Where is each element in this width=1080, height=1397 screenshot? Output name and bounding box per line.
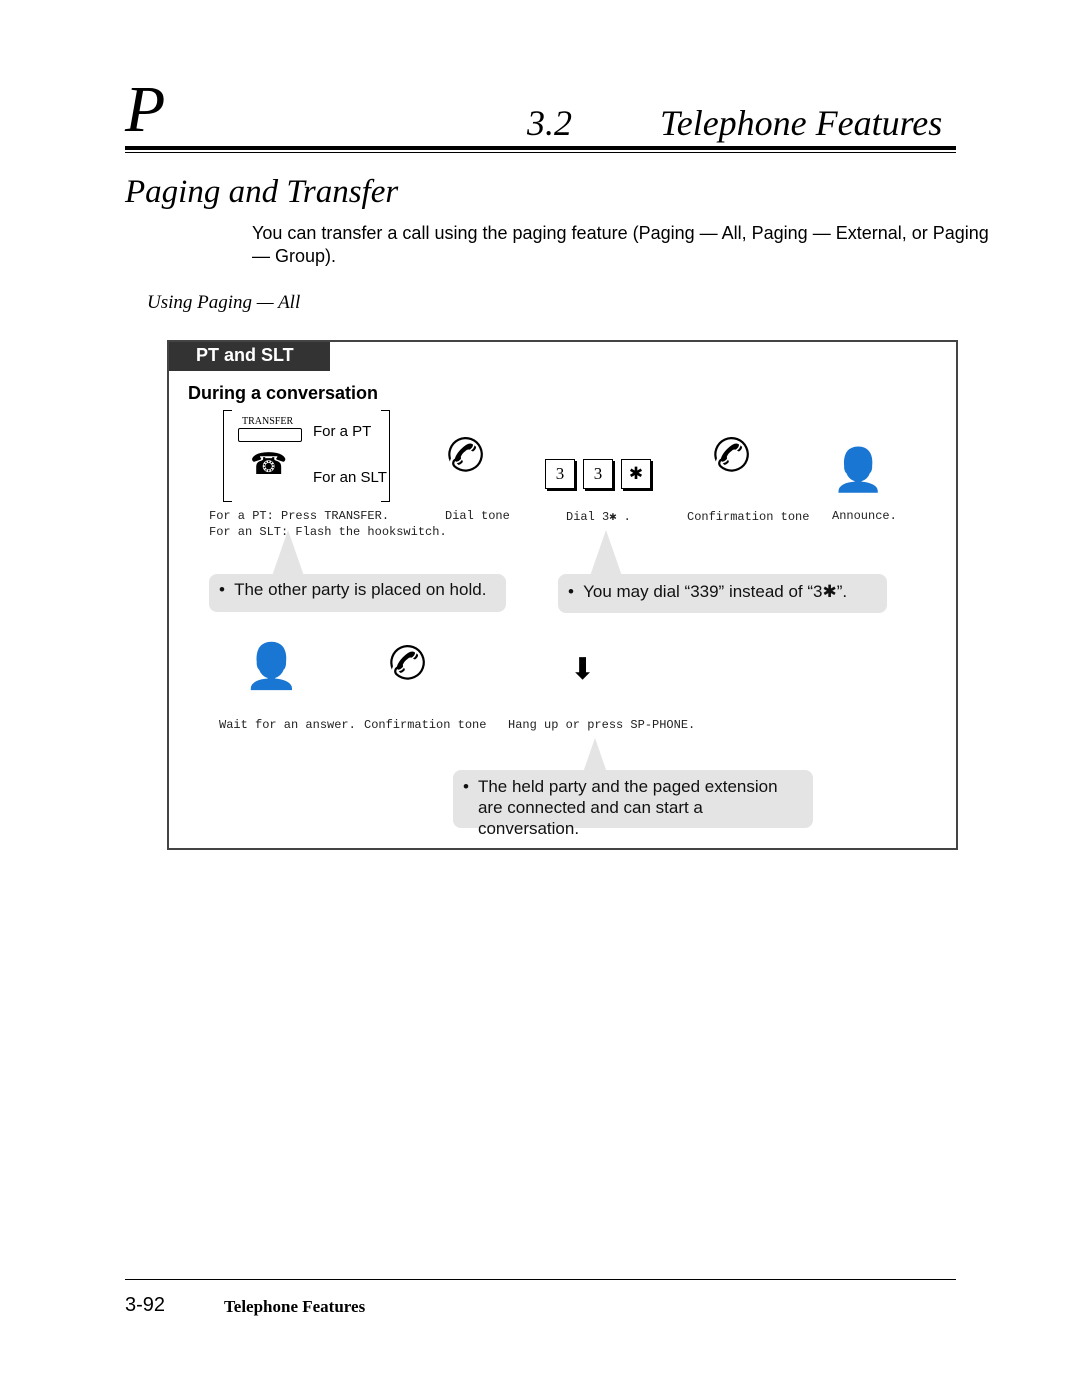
section-number: 3.2 xyxy=(527,103,572,143)
footer-title: Telephone Features xyxy=(224,1297,366,1316)
confirmation-tone-text: Confirmation tone xyxy=(364,718,487,732)
note-hold: • The other party is placed on hold. xyxy=(209,574,506,612)
bracket-left xyxy=(223,410,232,502)
note-pointer xyxy=(590,530,622,576)
hookswitch-icon: ☎ xyxy=(250,448,288,481)
dial-text: Dial 3✱ . xyxy=(566,510,631,524)
announce-text: Announce. xyxy=(832,509,897,523)
bracket-right xyxy=(381,410,390,502)
person-speaking-icon: 👤 xyxy=(832,446,885,493)
step-pt-text: For a PT: Press TRANSFER. xyxy=(209,509,390,523)
note-connected-text: The held party and the paged extension a… xyxy=(477,777,778,838)
key-star: ✱ xyxy=(621,459,651,489)
transfer-key-label: TRANSFER xyxy=(242,416,294,427)
step-slt-text: For an SLT: Flash the hookswitch. xyxy=(209,525,447,539)
page-number: 3-92 xyxy=(125,1294,166,1316)
wait-answer-text: Wait for an answer. xyxy=(219,718,356,732)
person-waiting-icon: 👤 xyxy=(244,642,299,691)
key-3: 3 xyxy=(583,459,613,489)
header-rule-thin xyxy=(125,152,956,153)
footer-rule xyxy=(125,1279,956,1280)
for-slt-label: For an SLT xyxy=(313,469,387,486)
section-letter: P xyxy=(125,73,166,146)
note-connected: • The held party and the paged extension … xyxy=(453,770,813,838)
note-dial: • You may dial “339” instead of “3✱”. xyxy=(558,574,887,613)
note-pointer xyxy=(272,530,304,576)
page-title: Paging and Transfer xyxy=(125,174,399,210)
note-dial-text: You may dial “339” instead of “3✱”. xyxy=(583,582,848,601)
dial-tone-text: Dial tone xyxy=(445,509,510,523)
note-hold-text: The other party is placed on hold. xyxy=(234,580,487,599)
hang-up-text: Hang up or press SP-PHONE. xyxy=(508,718,696,732)
confirmation-tone-text: Confirmation tone xyxy=(687,510,810,524)
transfer-key-icon xyxy=(238,428,302,442)
page: P 3.2 Telephone Features Paging and Tran… xyxy=(0,0,1080,1397)
box-heading: During a conversation xyxy=(188,383,379,403)
dial-keys: 3 3 ✱ xyxy=(545,459,651,489)
key-3: 3 xyxy=(545,459,575,489)
tab-label: PT and SLT xyxy=(169,342,330,371)
header-rule xyxy=(125,146,956,150)
subheading: Using Paging — All xyxy=(147,292,301,313)
for-pt-label: For a PT xyxy=(313,423,372,440)
intro-text: You can transfer a call using the paging… xyxy=(252,223,989,266)
hang-up-icon: ⬇ xyxy=(570,653,596,686)
section-title: Telephone Features xyxy=(660,103,943,143)
